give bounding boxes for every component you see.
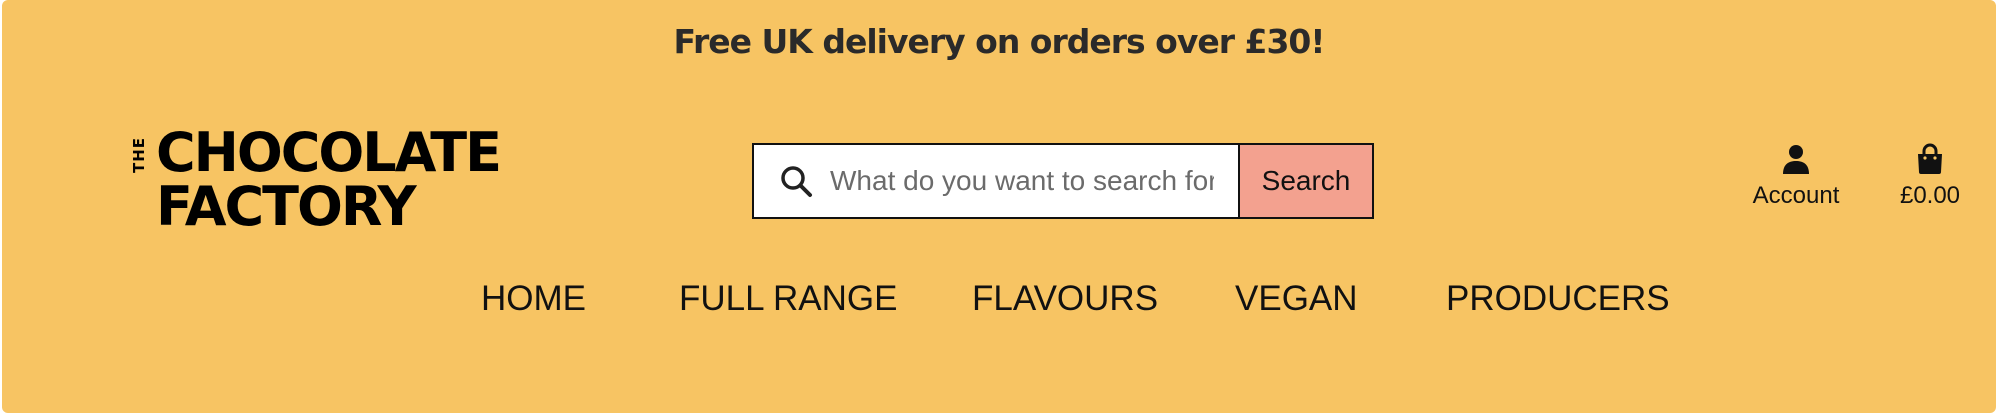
logo-the: THE	[130, 136, 149, 174]
account-label: Account	[1752, 182, 1840, 209]
main-nav: HOME FULL RANGE FLAVOURS VEGAN PRODUCERS	[2, 279, 1996, 323]
search-form: Search	[752, 143, 1374, 219]
cart-total: £0.00	[1899, 182, 1961, 209]
user-icon	[1783, 145, 1809, 174]
search-icon	[781, 166, 812, 197]
nav-item-home[interactable]: HOME	[481, 279, 586, 319]
logo-line-chocolate: CHOCOLATE	[156, 121, 502, 184]
nav-item-vegan[interactable]: VEGAN	[1235, 279, 1358, 319]
promo-banner: Free UK delivery on orders over £30!	[673, 22, 1326, 61]
search-field	[754, 145, 1240, 217]
site-header: Free UK delivery on orders over £30! THE…	[2, 0, 1996, 413]
site-logo[interactable]: THE CHOCOLATE FACTORY	[130, 126, 510, 238]
cart-link[interactable]: £0.00	[1888, 142, 1972, 210]
logo-line-factory: FACTORY	[156, 175, 417, 238]
search-input[interactable]	[830, 165, 1214, 197]
nav-item-flavours[interactable]: FLAVOURS	[972, 279, 1158, 319]
nav-item-full-range[interactable]: FULL RANGE	[679, 279, 897, 319]
account-link[interactable]: Account	[1746, 142, 1846, 210]
search-button[interactable]: Search	[1240, 145, 1372, 217]
nav-item-producers[interactable]: PRODUCERS	[1446, 279, 1670, 319]
shopping-bag-icon	[1918, 143, 1942, 174]
